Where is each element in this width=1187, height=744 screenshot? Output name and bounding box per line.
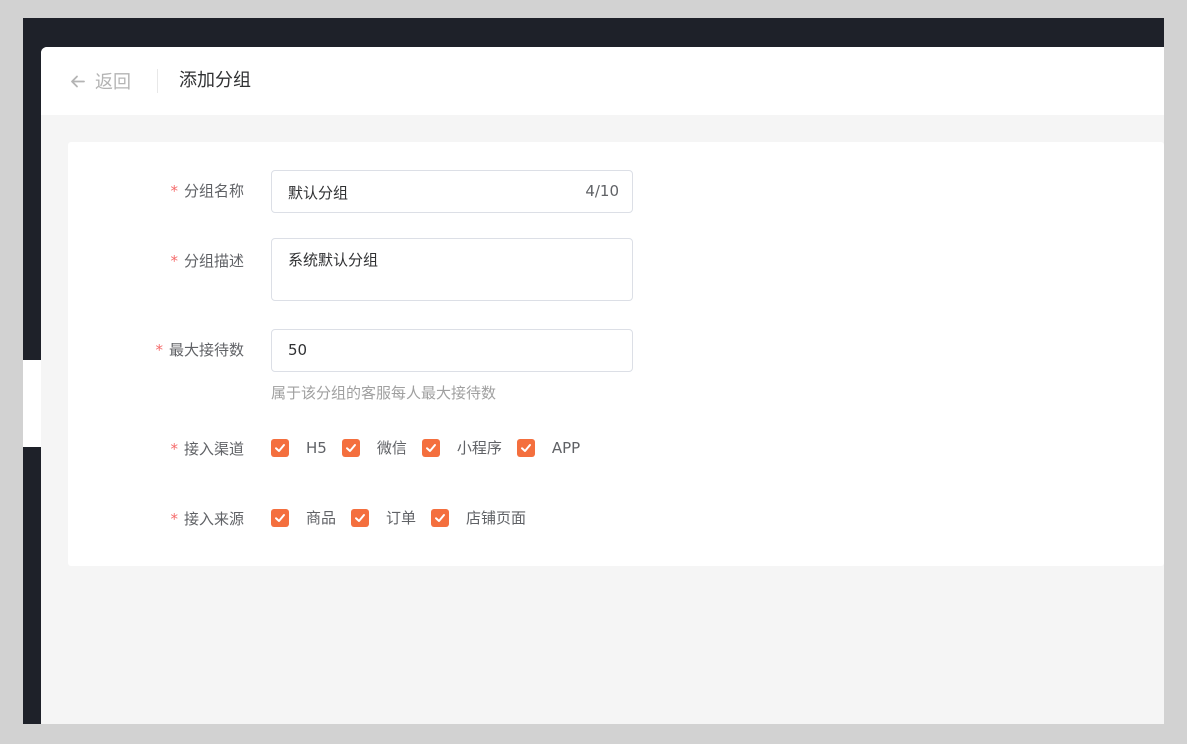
checkbox-label[interactable]: 商品 [306, 507, 336, 528]
channels-checkbox-group: H5 微信 小程序 APP [271, 437, 595, 458]
checkbox-label[interactable]: 订单 [386, 507, 416, 528]
checkbox-label[interactable]: 店铺页面 [466, 507, 526, 528]
group-name-value: 默认分组 [288, 184, 349, 202]
char-counter: 4/10 [585, 182, 619, 200]
checkbox-store-page[interactable] [431, 508, 450, 527]
checkbox-wechat[interactable] [341, 438, 360, 457]
checkbox-label[interactable]: APP [552, 439, 580, 457]
page-header: 返回 添加分组 [41, 47, 1164, 115]
check-icon [275, 443, 285, 452]
required-mark: * [170, 440, 178, 458]
checkbox-label[interactable]: H5 [306, 439, 327, 457]
checkbox-label[interactable]: 微信 [377, 437, 407, 458]
header-divider [157, 69, 158, 93]
required-mark: * [170, 182, 178, 200]
name-label: * 分组名称 [170, 182, 244, 200]
check-icon [520, 443, 531, 452]
required-mark: * [170, 252, 178, 270]
app-window: 返回 添加分组 * 分组名称 默认分组 4/10 * 分组描述 系统默认分组 *… [23, 18, 1164, 724]
max-reception-hint: 属于该分组的客服每人最大接待数 [271, 384, 497, 402]
checkbox-label[interactable]: 小程序 [457, 437, 502, 458]
check-icon [275, 513, 285, 522]
channels-label: * 接入渠道 [170, 440, 244, 458]
sources-label: * 接入来源 [170, 510, 244, 528]
max-reception-input[interactable]: 50 [271, 329, 633, 372]
group-name-input[interactable]: 默认分组 4/10 [271, 170, 633, 213]
arrow-left-icon [71, 75, 85, 87]
required-mark: * [170, 510, 178, 528]
back-button[interactable]: 返回 [69, 68, 131, 94]
required-mark: * [155, 341, 163, 359]
check-icon [345, 443, 356, 452]
checkbox-h5[interactable] [271, 438, 289, 457]
page-title: 添加分组 [179, 70, 251, 91]
check-icon [355, 513, 366, 522]
checkbox-app[interactable] [516, 438, 535, 457]
check-icon [435, 513, 446, 522]
checkbox-product[interactable] [271, 508, 289, 527]
sources-checkbox-group: 商品 订单 店铺页面 [271, 507, 541, 528]
check-icon [425, 443, 436, 452]
outer-frame: 返回 添加分组 * 分组名称 默认分组 4/10 * 分组描述 系统默认分组 *… [0, 0, 1187, 744]
form-card: * 分组名称 默认分组 4/10 * 分组描述 系统默认分组 * 最大接待数 5… [68, 142, 1164, 566]
max-reception-value: 50 [288, 341, 308, 359]
back-label: 返回 [95, 72, 131, 93]
description-label: * 分组描述 [170, 252, 244, 270]
checkbox-miniprogram[interactable] [421, 438, 440, 457]
max-reception-label: * 最大接待数 [155, 341, 244, 359]
main-panel: 返回 添加分组 * 分组名称 默认分组 4/10 * 分组描述 系统默认分组 *… [41, 47, 1164, 724]
group-description-textarea[interactable]: 系统默认分组 [271, 238, 633, 301]
checkbox-order[interactable] [351, 508, 370, 527]
sidebar-gap [23, 360, 41, 447]
group-description-value: 系统默认分组 [288, 251, 379, 269]
